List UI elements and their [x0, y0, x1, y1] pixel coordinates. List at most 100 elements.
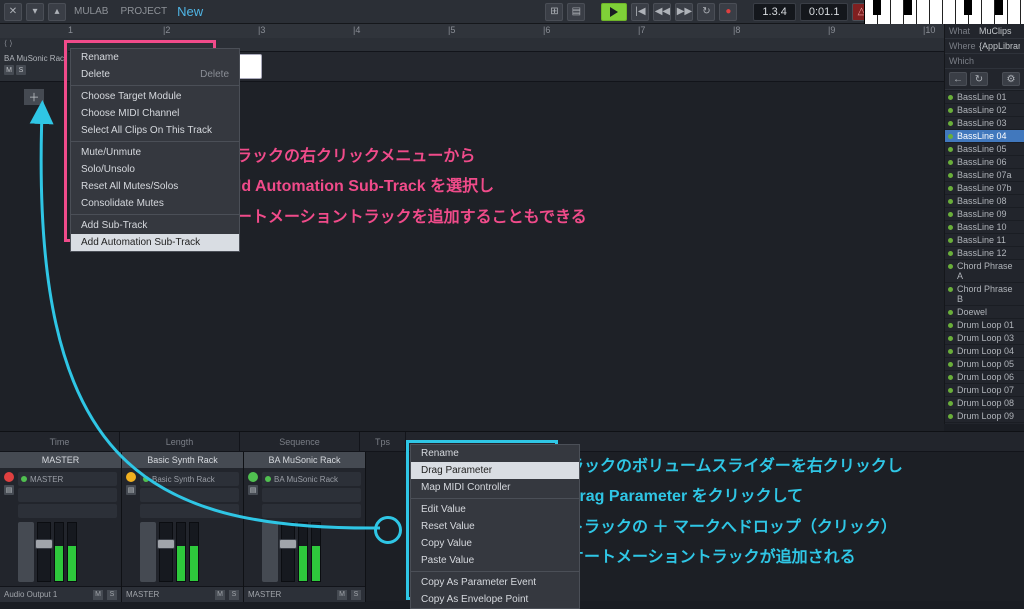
browser-item[interactable]: Drum Loop 07	[945, 383, 1024, 396]
browser-item[interactable]: Drum Loop 04	[945, 344, 1024, 357]
browser-item[interactable]: BassLine 12	[945, 246, 1024, 259]
rack-output[interactable]: MASTER	[248, 590, 281, 599]
rack-slot[interactable]	[262, 488, 361, 502]
rack-option-icon[interactable]: ▤	[126, 485, 136, 495]
ctx-reset-mutes-solos[interactable]: Reset All Mutes/Solos	[71, 178, 239, 195]
browser-item[interactable]: Drum Loop 03	[945, 331, 1024, 344]
ctx-rename[interactable]: Rename	[71, 49, 239, 66]
volume-fader[interactable]	[159, 522, 173, 582]
browser-item[interactable]: Drum Loop 01	[945, 318, 1024, 331]
ctx-paste-value[interactable]: Paste Value	[411, 552, 579, 569]
ctx-consolidate-mutes[interactable]: Consolidate Mutes	[71, 195, 239, 212]
pan-knob[interactable]	[140, 522, 156, 582]
browser-item[interactable]: BassLine 07b	[945, 181, 1024, 194]
keyboard-icon[interactable]	[864, 0, 1024, 24]
browser-gear-icon[interactable]: ⚙	[1002, 72, 1020, 86]
solo-button[interactable]: S	[16, 65, 26, 75]
ctx-copy-envelope-point[interactable]: Copy As Envelope Point	[411, 591, 579, 608]
rack-slot[interactable]: BA MuSonic Rack	[262, 472, 361, 486]
volume-fader[interactable]	[281, 522, 295, 582]
pan-knob[interactable]	[262, 522, 278, 582]
browser-item[interactable]: BassLine 06	[945, 155, 1024, 168]
rack-slot[interactable]	[262, 504, 361, 518]
loop-button[interactable]: ↻	[697, 3, 715, 21]
add-track-button[interactable]: ＋	[24, 89, 44, 105]
rack-option-icon[interactable]: ▤	[4, 485, 14, 495]
ctx-edit-value[interactable]: Edit Value	[411, 501, 579, 518]
browser-item[interactable]: Drum Loop 09	[945, 409, 1024, 422]
ctx-choose-midi-channel[interactable]: Choose MIDI Channel	[71, 105, 239, 122]
ctx-copy-param-event[interactable]: Copy As Parameter Event	[411, 574, 579, 591]
ctx-map-midi[interactable]: Map MIDI Controller	[411, 479, 579, 496]
rack-output[interactable]: Audio Output 1	[4, 590, 57, 599]
browser-item[interactable]: BassLine 10	[945, 220, 1024, 233]
ctx-reset-value[interactable]: Reset Value	[411, 518, 579, 535]
rack-option-icon[interactable]: ▤	[248, 485, 258, 495]
browser-item[interactable]: Drum Loop 05	[945, 357, 1024, 370]
browser-item[interactable]: BassLine 11	[945, 233, 1024, 246]
browser-item[interactable]: BassLine 07a	[945, 168, 1024, 181]
close-button[interactable]: ✕	[4, 3, 22, 21]
browser-item[interactable]: Drum Loop 10	[945, 422, 1024, 424]
browser-item[interactable]: BassLine 08	[945, 194, 1024, 207]
rack-solo[interactable]: S	[107, 590, 117, 600]
rewind-button[interactable]: ◀◀	[653, 3, 671, 21]
ctx-select-all-clips[interactable]: Select All Clips On This Track	[71, 122, 239, 139]
volume-fader[interactable]	[37, 522, 51, 582]
record-button[interactable]: ●	[719, 3, 737, 21]
browser-item[interactable]: BassLine 02	[945, 103, 1024, 116]
pan-knob[interactable]	[18, 522, 34, 582]
down-button[interactable]: ▾	[26, 3, 44, 21]
rack-mute[interactable]: M	[93, 590, 103, 600]
project-name[interactable]: New	[177, 4, 203, 19]
rack-solo[interactable]: S	[351, 590, 361, 600]
rack-mute[interactable]: M	[215, 590, 225, 600]
rack-slot[interactable]: MASTER	[18, 472, 117, 486]
rewind-start-button[interactable]: |◀	[631, 3, 649, 21]
browser-item[interactable]: Chord Phrase B	[945, 282, 1024, 305]
ctx-drag-parameter[interactable]: Drag Parameter	[411, 462, 579, 479]
rack-solo[interactable]: S	[229, 590, 239, 600]
time-display[interactable]: 0:01.1	[800, 3, 849, 21]
browser-item[interactable]: Drum Loop 08	[945, 396, 1024, 409]
browser-item[interactable]: BassLine 09	[945, 207, 1024, 220]
browser-list[interactable]: BassLine 01BassLine 02BassLine 03BassLin…	[945, 90, 1024, 424]
rack-slot[interactable]	[18, 504, 117, 518]
browser-item[interactable]: BassLine 01	[945, 90, 1024, 103]
ctx-add-sub-track[interactable]: Add Sub-Track	[71, 217, 239, 234]
position-display[interactable]: 1.3.4	[753, 3, 795, 21]
list-icon[interactable]: ▤	[567, 3, 585, 21]
browser-what[interactable]: MuClips	[979, 26, 1012, 36]
ctx-solo-unsolo[interactable]: Solo/Unsolo	[71, 161, 239, 178]
level-meter	[54, 522, 64, 582]
ctx-copy-value[interactable]: Copy Value	[411, 535, 579, 552]
led-icon	[126, 472, 136, 482]
rack-slot[interactable]	[140, 504, 239, 518]
ctx-rename-2[interactable]: Rename	[411, 445, 579, 462]
browser-item[interactable]: BassLine 03	[945, 116, 1024, 129]
ctx-add-automation-sub-track[interactable]: Add Automation Sub-Track	[71, 234, 239, 251]
up-button[interactable]: ▴	[48, 3, 66, 21]
mute-button[interactable]: M	[4, 65, 14, 75]
browser-item[interactable]: BassLine 04	[945, 129, 1024, 142]
rack-output[interactable]: MASTER	[126, 590, 159, 599]
browser-back-icon[interactable]: ←	[949, 72, 967, 86]
grid-icon[interactable]: ⊞	[545, 3, 563, 21]
browser-item[interactable]: BassLine 05	[945, 142, 1024, 155]
play-button[interactable]	[601, 3, 627, 21]
browser-item[interactable]: Chord Phrase A	[945, 259, 1024, 282]
rack-slot[interactable]	[140, 488, 239, 502]
rack-slot[interactable]	[18, 488, 117, 502]
browser-item[interactable]: Drum Loop 06	[945, 370, 1024, 383]
rack-mute[interactable]: M	[337, 590, 347, 600]
browser-item[interactable]: Doewel	[945, 305, 1024, 318]
ctx-delete[interactable]: DeleteDelete	[71, 66, 239, 83]
forward-button[interactable]: ▶▶	[675, 3, 693, 21]
track-header[interactable]: BA MuSonic Rack M S	[0, 52, 68, 81]
timeline-ruler[interactable]: 1|2|3|4|5|6|7|8|9|10	[0, 24, 944, 38]
ctx-choose-target-module[interactable]: Choose Target Module	[71, 88, 239, 105]
browser-where[interactable]: {AppLibrary}/Mu	[979, 41, 1020, 51]
browser-refresh-icon[interactable]: ↻	[970, 72, 988, 86]
rack-slot[interactable]: Basic Synth Rack	[140, 472, 239, 486]
ctx-mute-unmute[interactable]: Mute/Unmute	[71, 144, 239, 161]
